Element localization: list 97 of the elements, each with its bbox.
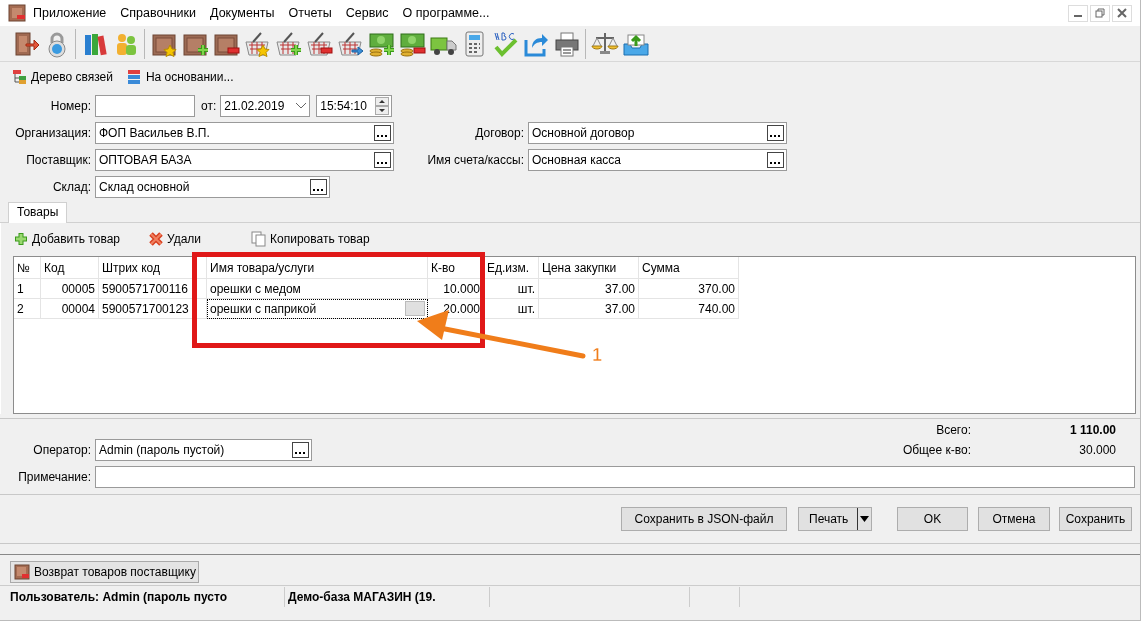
field-label: Организация: (14, 125, 92, 140)
table-cell: 10.000 (428, 279, 484, 299)
total-value: 1 110.00 (1068, 423, 1116, 437)
minimize-button[interactable] (1068, 4, 1088, 22)
ellipsis-icon (313, 188, 324, 192)
table-cell: 1 (14, 279, 41, 299)
field-label: Склад: (51, 179, 92, 194)
field-label: Поставщик: (25, 152, 92, 167)
taskbar-button[interactable]: Возврат товаров поставщику (10, 561, 199, 583)
table-cell: 00005 (41, 279, 99, 299)
total-label: Всего: (935, 423, 972, 437)
plus-icon (13, 231, 29, 247)
dropdown-icon (860, 516, 869, 522)
printer-icon[interactable] (552, 29, 581, 58)
total-value: 30.000 (1078, 443, 1116, 457)
text-field[interactable]: Склад основной (95, 175, 330, 198)
table-cell: 370.00 (639, 279, 739, 299)
spinner-icon (375, 96, 390, 115)
minimize-icon (1074, 14, 1082, 17)
list-icon (126, 69, 142, 85)
dialog-button[interactable]: Отмена (978, 507, 1050, 531)
table-cell: 740.00 (639, 299, 739, 319)
total-label: Общее к-во: (902, 443, 972, 457)
ellipsis-icon (770, 161, 781, 165)
delete-icon (148, 231, 164, 247)
callout-number: 1 (592, 345, 602, 366)
toolbar-button[interactable]: Добавить товар (13, 231, 120, 247)
close-button[interactable] (1112, 4, 1132, 22)
document-icon (14, 564, 30, 580)
tree-icon (12, 69, 27, 85)
field-label: Оператор: (32, 443, 92, 457)
date-field[interactable]: 21.02.2019 (220, 94, 311, 117)
restore-icon (1095, 8, 1105, 18)
table-cell: шт. (484, 299, 539, 319)
browse-button[interactable] (767, 124, 784, 141)
column-header[interactable]: Штрих код (99, 257, 207, 279)
status-text: Демо-база МАГАЗИН (19. (285, 586, 490, 607)
column-header[interactable]: Код (41, 257, 99, 279)
field-label: Номер: (49, 98, 92, 113)
table-cell: 2 (14, 299, 41, 319)
ellipsis-icon (377, 161, 388, 165)
field-label: Имя счета/кассы: (426, 152, 525, 167)
text-field[interactable]: Основной договор (528, 121, 787, 144)
browse-button[interactable] (374, 124, 391, 141)
text-field[interactable]: Основная касса (528, 148, 787, 171)
column-header[interactable]: Имя товара/услуги (207, 257, 428, 279)
toolbar-button[interactable]: Удали (148, 231, 202, 247)
column-header[interactable]: Ед.изм. (484, 257, 539, 279)
table-cell: 00004 (41, 299, 99, 319)
text-field[interactable] (95, 465, 1135, 488)
table-cell: орешки с медом (207, 279, 428, 299)
ellipsis-icon (770, 134, 781, 138)
field-label: от: (200, 98, 218, 113)
menu-item[interactable]: О программе... (395, 6, 497, 20)
table-cell: 5900571700116 (99, 279, 207, 299)
text-field[interactable]: Admin (пароль пустой) (95, 439, 312, 461)
time-field[interactable]: 15:54:10 (316, 94, 393, 117)
column-header[interactable]: К-во (428, 257, 484, 279)
menu-item[interactable]: Отчеты (281, 6, 339, 20)
toolbar-link[interactable]: На основании... (126, 69, 234, 85)
status-text: Пользователь: Admin (пароль пусто (10, 586, 285, 607)
text-field[interactable]: ОПТОВАЯ БАЗА (95, 148, 394, 171)
ellipsis-icon (377, 134, 388, 138)
table-cell: 5900571700123 (99, 299, 207, 319)
dialog-button[interactable]: Печать (798, 507, 872, 531)
field-label: Примечание: (17, 469, 92, 484)
browse-button[interactable] (374, 151, 391, 168)
dialog-button[interactable]: OK (897, 507, 968, 531)
close-icon (1117, 8, 1127, 18)
cell-button[interactable] (405, 301, 425, 316)
restore-button[interactable] (1090, 4, 1110, 22)
tab[interactable]: Товары (8, 202, 68, 223)
dialog-button[interactable]: Сохранить (1059, 507, 1132, 531)
field-label: Договор: (474, 125, 525, 140)
toolbar-button[interactable]: Копировать товар (251, 231, 370, 247)
dropdown-icon (295, 101, 308, 110)
column-header[interactable]: Цена закупки (539, 257, 639, 279)
menu-item[interactable]: Справочники (113, 6, 204, 20)
column-header[interactable]: № (14, 257, 41, 279)
menu-item[interactable]: Документы (203, 6, 282, 20)
browse-button[interactable] (767, 151, 784, 168)
column-header[interactable]: Сумма (639, 257, 739, 279)
table-cell: 37.00 (539, 279, 639, 299)
text-field[interactable] (95, 94, 195, 117)
menu-item[interactable]: Приложение (26, 6, 114, 20)
table-cell: шт. (484, 279, 539, 299)
table-cell: орешки с паприкой (207, 299, 428, 319)
table-cell: 37.00 (539, 299, 639, 319)
dialog-button[interactable]: Сохранить в JSON-файл (621, 507, 787, 531)
ellipsis-icon (295, 452, 306, 455)
copy-icon (251, 231, 268, 247)
menu-item[interactable]: Сервис (338, 6, 396, 20)
app-icon (8, 4, 26, 22)
text-field[interactable]: ФОП Васильев В.П. (95, 121, 394, 144)
browse-button[interactable] (310, 178, 327, 195)
toolbar-link[interactable]: Дерево связей (12, 69, 113, 85)
browse-button[interactable] (292, 442, 309, 458)
